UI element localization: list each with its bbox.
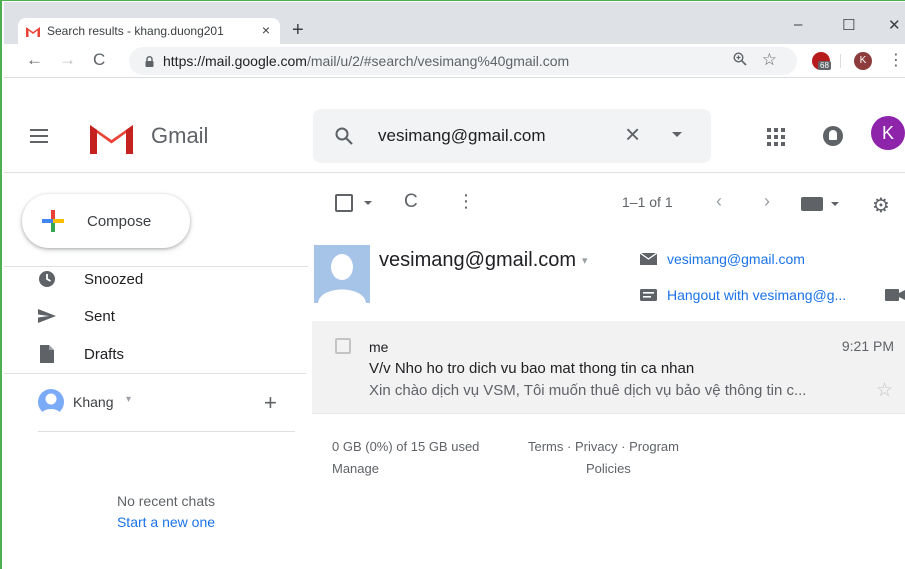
gmail-header: Gmail vesimang@gmail.com × K [4, 99, 905, 173]
back-button[interactable]: ← [26, 50, 43, 70]
sidebar-divider [4, 266, 308, 267]
main-menu-icon[interactable] [30, 129, 48, 143]
star-icon[interactable]: ☆ [876, 379, 893, 402]
manage-storage-link[interactable]: Manage [332, 461, 379, 476]
hangouts-user-row[interactable]: Khang ▾ + [38, 389, 298, 415]
contact-name: vesimang@gmail.com [379, 249, 577, 271]
mail-icon [640, 253, 657, 265]
program-policies-link[interactable]: Policies [586, 461, 631, 476]
address-bar-row: ← → C https://mail.google.com/mail/u/2/#… [4, 44, 905, 78]
search-input[interactable]: vesimang@gmail.com [378, 126, 545, 146]
contact-email-link-text: vesimang@gmail.com [667, 251, 805, 267]
select-options-icon[interactable] [364, 201, 372, 205]
email-snippet: Xin chào dịch vụ VSM, Tôi muốn thuê dịch… [369, 382, 807, 399]
url-text: https://mail.google.com/mail/u/2/#search… [163, 53, 569, 69]
draft-icon [40, 345, 54, 363]
sidebar-item-snoozed[interactable]: Snoozed [38, 268, 143, 290]
tab-close-icon[interactable]: × [262, 22, 270, 38]
tab-title: Search results - khang.duong201 [47, 24, 224, 38]
select-all-checkbox[interactable] [335, 194, 353, 212]
zoom-icon[interactable] [733, 52, 747, 66]
contact-avatar [314, 245, 370, 303]
email-sender: me [369, 339, 389, 355]
sidebar-item-sent[interactable]: Sent [38, 305, 115, 327]
sidebar-item-label: Drafts [84, 345, 125, 363]
url-host: https://mail.google.com [163, 53, 307, 69]
sidebar-item-label: Sent [84, 307, 115, 325]
compose-label: Compose [87, 213, 152, 230]
minimize-button[interactable]: – [794, 16, 802, 33]
contact-email-link[interactable]: vesimang@gmail.com [640, 251, 805, 267]
footer-links[interactable]: Terms · Privacy · Program [528, 439, 679, 454]
clock-icon [39, 271, 55, 287]
hangout-link[interactable]: Hangout with vesimang@g... [640, 287, 846, 303]
person-icon [41, 393, 61, 415]
browser-window: Search results - khang.duong201 × + – ☐ … [0, 0, 905, 569]
no-recent-chats-text: No recent chats [116, 493, 216, 509]
input-tools-icon[interactable] [801, 197, 823, 211]
hangouts-user-name: Khang [73, 394, 114, 410]
reload-button[interactable]: C [93, 50, 105, 70]
sidebar-item-label: Snoozed [84, 270, 144, 288]
contact-email-header[interactable]: vesimang@gmail.com ▾ [379, 249, 588, 272]
compose-plus-icon [42, 210, 64, 232]
person-placeholder-icon [318, 254, 366, 303]
account-avatar[interactable]: K [871, 116, 905, 150]
previous-page-button[interactable]: ‹ [716, 191, 722, 212]
gmail-logo-text: Gmail [151, 123, 209, 148]
email-time: 9:21 PM [841, 338, 894, 354]
settings-gear-icon[interactable]: ⚙ [872, 193, 890, 218]
notifications-icon[interactable] [823, 126, 843, 146]
hangout-chat-icon [640, 289, 657, 301]
gmail-favicon-icon [26, 26, 40, 37]
email-row[interactable]: me 9:21 PM V/v Nho ho tro dich vu bao ma… [312, 321, 905, 414]
hangouts-divider [38, 431, 295, 432]
lock-icon [145, 55, 154, 67]
forward-button[interactable]: → [59, 50, 76, 70]
storage-usage: 0 GB (0%) of 15 GB used [332, 439, 480, 454]
new-conversation-button[interactable]: + [264, 390, 277, 416]
compose-button[interactable]: Compose [22, 194, 190, 248]
search-options-icon[interactable] [672, 132, 682, 137]
sidebar-item-drafts[interactable]: Drafts [38, 343, 124, 365]
search-bar[interactable]: vesimang@gmail.com × [313, 109, 711, 163]
bookmark-star-icon[interactable]: ☆ [762, 50, 777, 70]
tab-strip: Search results - khang.duong201 × + – ☐ … [4, 2, 905, 44]
close-window-button[interactable]: ✕ [888, 16, 901, 34]
send-icon [38, 309, 56, 323]
video-call-icon[interactable] [885, 289, 905, 301]
url-path: /mail/u/2/#search/vesimang%40gmail.com [306, 53, 570, 69]
result-count: 1–1 of 1 [622, 194, 673, 210]
clear-search-icon[interactable]: × [625, 121, 640, 147]
maximize-button[interactable]: ☐ [842, 16, 855, 34]
more-options-icon[interactable]: ⋮ [457, 191, 475, 212]
chevron-down-icon[interactable]: ▾ [126, 394, 131, 405]
chevron-down-icon[interactable]: ▾ [582, 255, 588, 267]
new-tab-button[interactable]: + [292, 19, 304, 42]
gmail-logo-icon[interactable] [90, 122, 133, 154]
sidebar-divider [4, 373, 306, 374]
next-page-button[interactable]: › [764, 191, 770, 212]
toolbar-divider [840, 54, 841, 68]
refresh-button[interactable]: C [404, 191, 418, 213]
google-apps-icon[interactable] [767, 128, 785, 146]
extension-badge: 68 [818, 61, 831, 70]
chevron-down-icon[interactable] [831, 202, 839, 206]
extension-icon[interactable]: 68 [812, 52, 831, 70]
browser-menu-icon[interactable]: ⋮ [888, 50, 904, 70]
search-icon[interactable] [335, 127, 353, 145]
browser-tab[interactable]: Search results - khang.duong201 × [18, 18, 280, 44]
hangout-link-text: Hangout with vesimang@g... [667, 287, 847, 303]
hangouts-avatar [38, 389, 64, 415]
email-checkbox[interactable] [335, 338, 351, 354]
email-subject: V/v Nho ho tro dich vu bao mat thong tin… [369, 360, 695, 377]
browser-profile-avatar[interactable]: K [854, 52, 872, 70]
start-new-chat-link[interactable]: Start a new one [2, 514, 330, 530]
url-field[interactable]: https://mail.google.com/mail/u/2/#search… [129, 47, 797, 75]
